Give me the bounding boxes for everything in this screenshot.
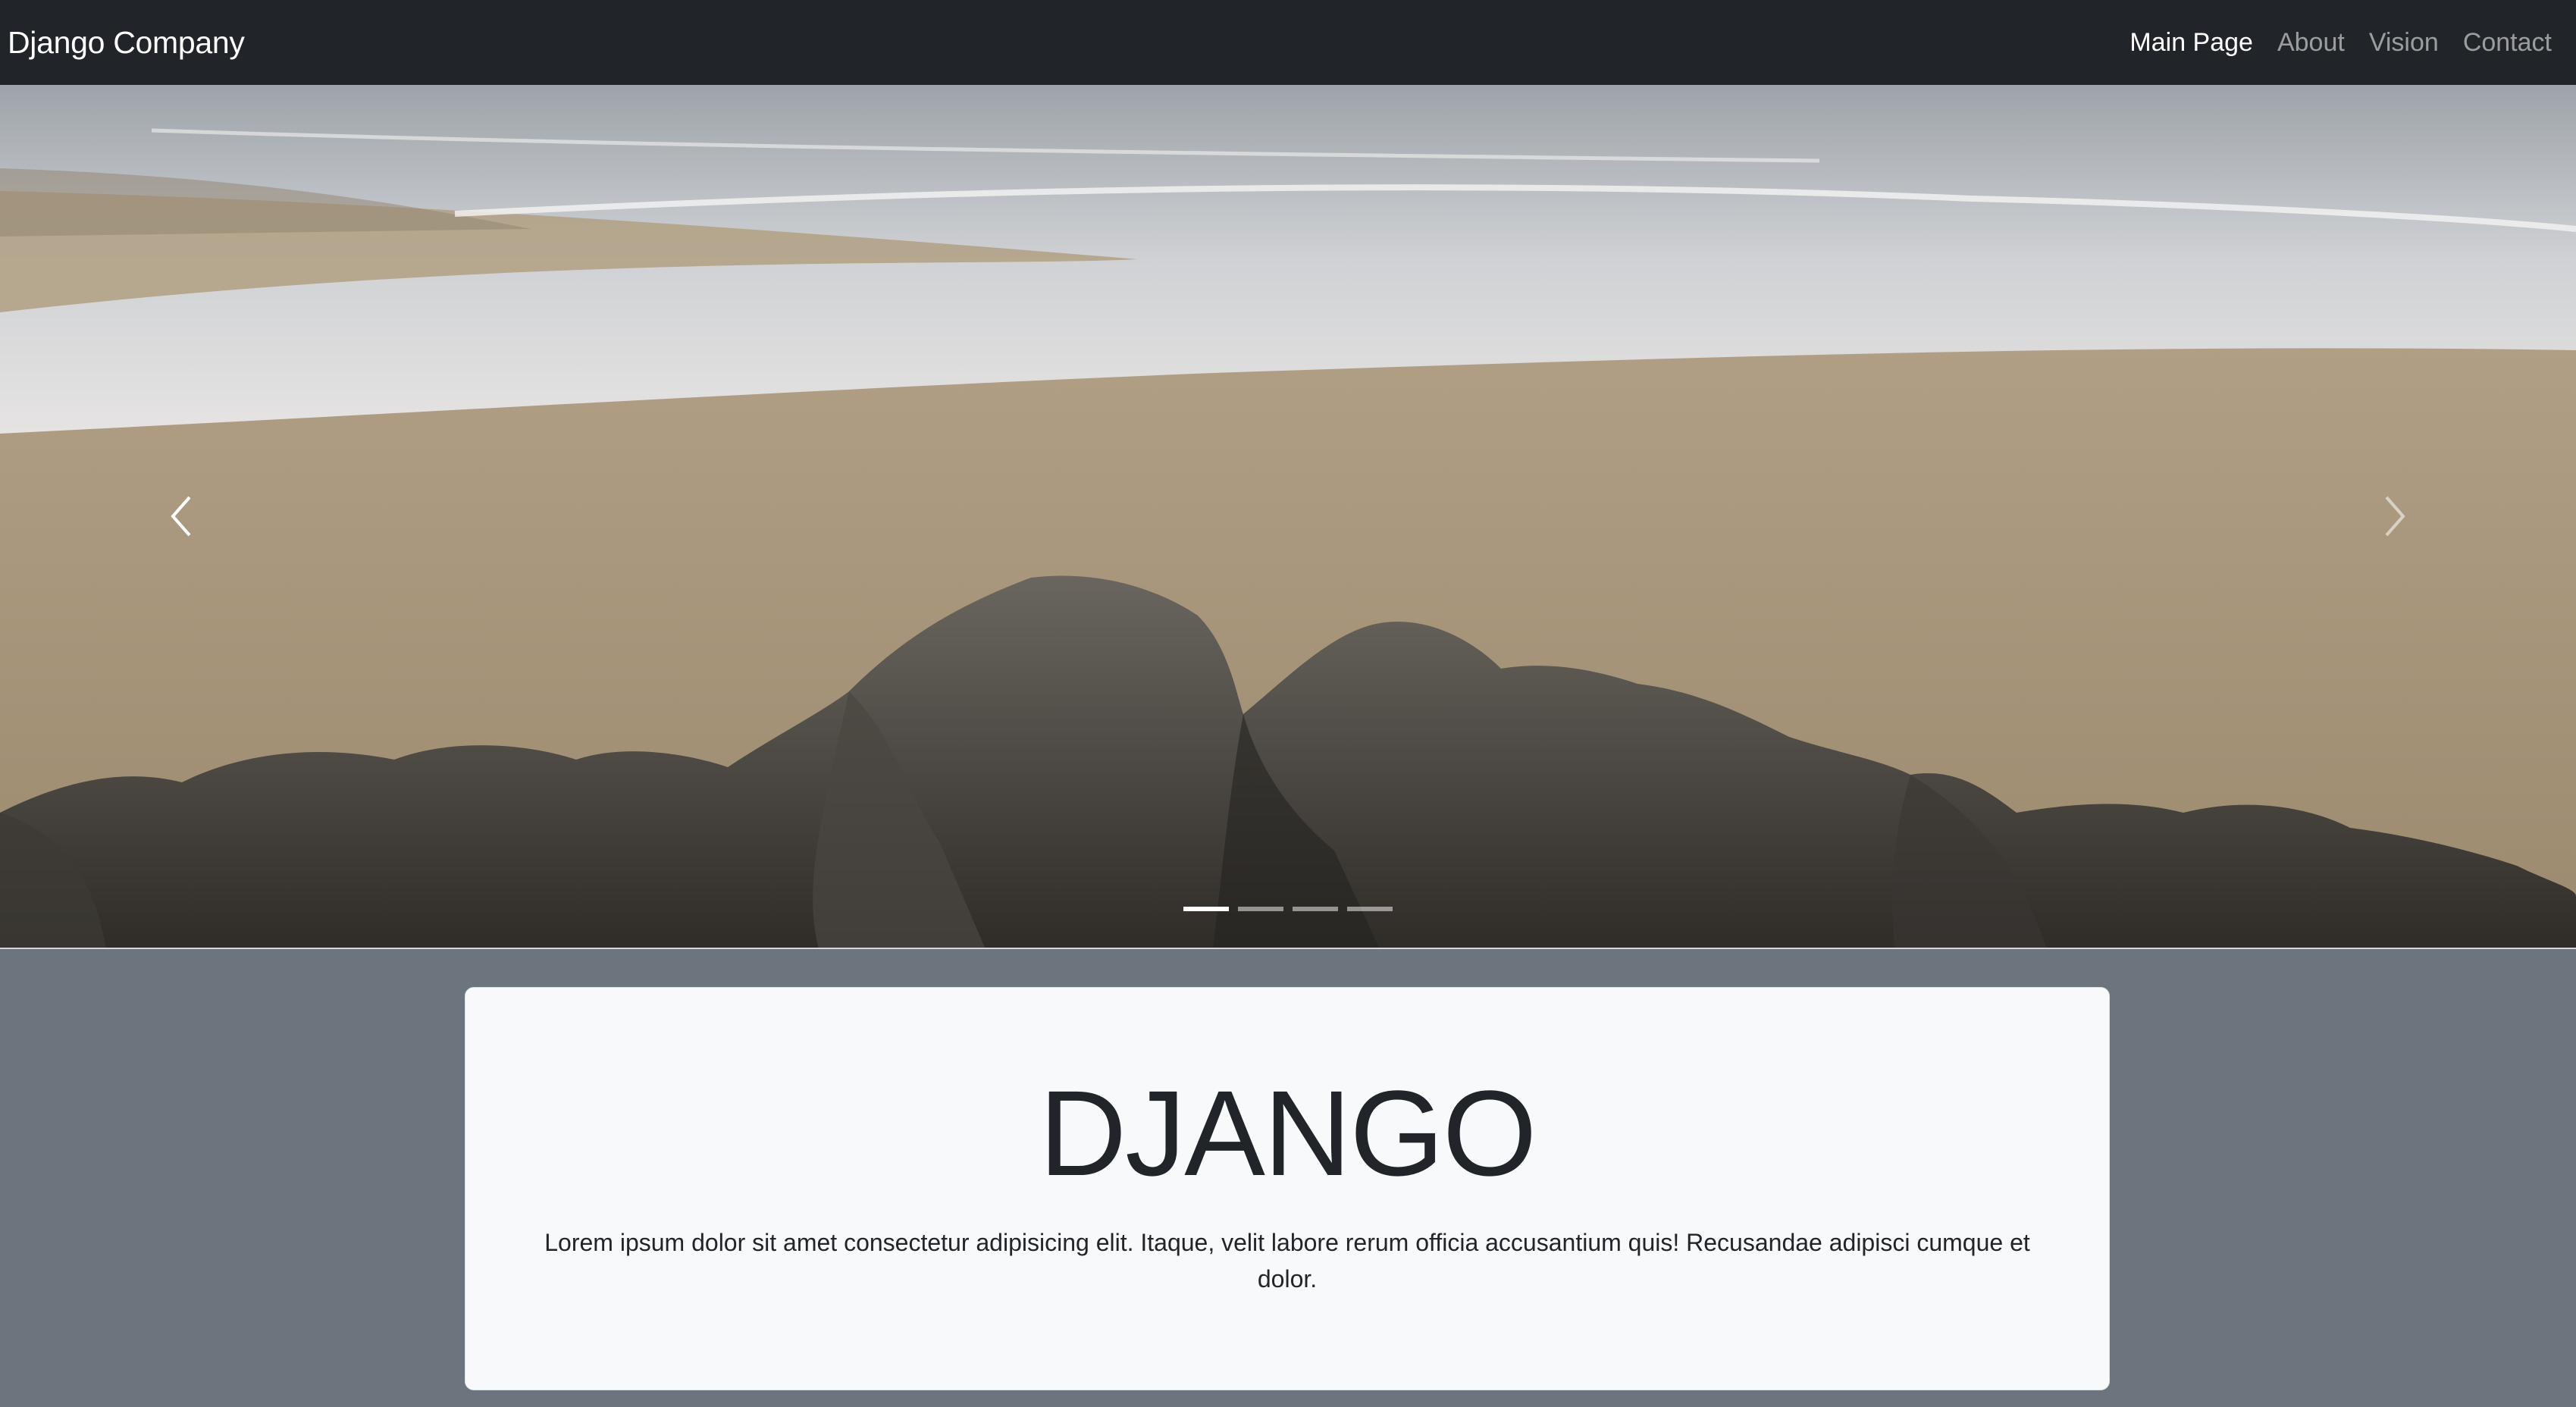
carousel-indicators xyxy=(0,907,2576,911)
chevron-left-icon xyxy=(171,496,191,537)
carousel-slide-image xyxy=(0,85,2576,948)
carousel-indicator-4[interactable] xyxy=(1347,907,1393,911)
hero-title: DJANGO xyxy=(1039,1065,1537,1201)
carousel-indicator-3[interactable] xyxy=(1293,907,1338,911)
carousel-indicator-2[interactable] xyxy=(1238,907,1283,911)
navbar: Django Company Main Page About Vision Co… xyxy=(0,0,2576,85)
carousel-prev-button[interactable] xyxy=(0,85,364,948)
nav-link-vision[interactable]: Vision xyxy=(2357,28,2451,58)
hero-carousel xyxy=(0,85,2576,949)
carousel-next-button[interactable] xyxy=(2212,85,2576,948)
nav-link-contact[interactable]: Contact xyxy=(2451,28,2564,58)
carousel-indicator-1[interactable] xyxy=(1183,907,1229,911)
chevron-right-icon xyxy=(2385,496,2405,537)
nav-link-about[interactable]: About xyxy=(2265,28,2357,58)
brand-link[interactable]: Django Company xyxy=(8,25,245,61)
nav-links: Main Page About Vision Contact xyxy=(2117,28,2564,58)
nav-link-main-page[interactable]: Main Page xyxy=(2117,28,2265,58)
hero-description: Lorem ipsum dolor sit amet consectetur a… xyxy=(544,1229,2030,1293)
hero-card: DJANGO Lorem ipsum dolor sit amet consec… xyxy=(465,987,2110,1390)
